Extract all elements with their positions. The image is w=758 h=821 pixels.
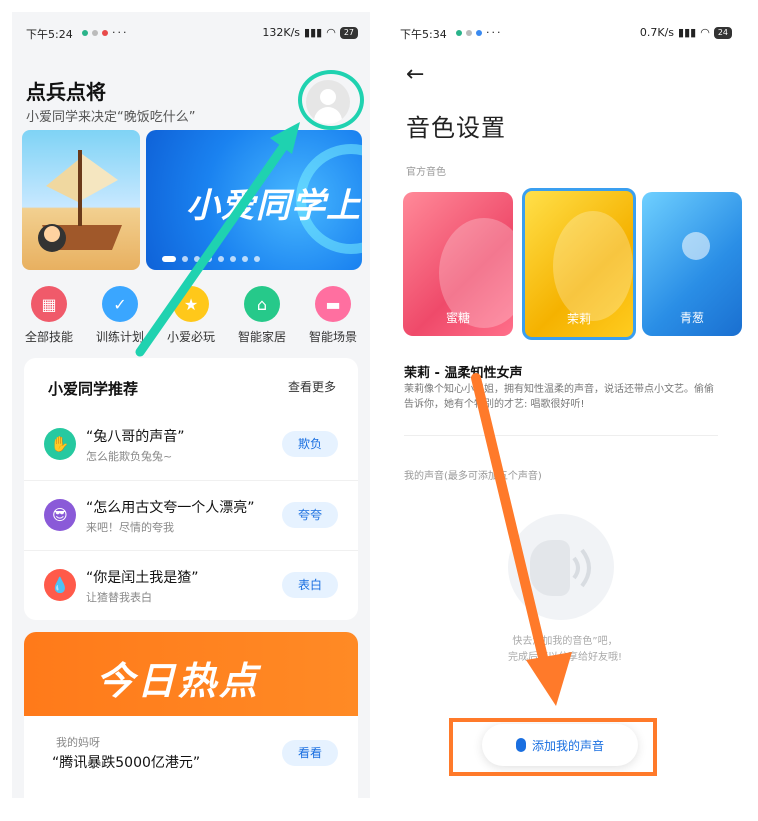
status-right: 132K/s ▮▮▮ ◠ 27: [262, 26, 358, 39]
recommend-card: 小爱同学推荐 查看更多 ✋ “兔八哥的声音” 怎么能欺负兔兔~ 欺负 😎 “怎么…: [24, 358, 358, 620]
empty-hint-line1: 快去添加我的音色”吧，: [512, 636, 618, 647]
banner-main[interactable]: 小爱同学上: [146, 130, 362, 270]
list-item[interactable]: 😎 “怎么用古文夸一个人漂亮” 来吧！尽情的夸我 夸夸: [24, 480, 358, 549]
voice-label: 蜜糖: [445, 311, 470, 325]
selected-voice-description: 茉莉像个知心小姐姐，拥有知性温柔的声音，说话还带点小文艺。偷偷告诉你，她有个特别…: [404, 384, 714, 410]
wifi-icon: ◠: [326, 26, 336, 39]
item-title: “怎么用古文夸一个人漂亮”: [86, 500, 255, 516]
page-title: 音色设置: [406, 114, 506, 142]
my-voices-label: 我的声音(最多可添加五个声音): [404, 471, 542, 482]
voice-card-mitang[interactable]: 蜜糖: [403, 192, 513, 336]
page-subtitle: 小爱同学来决定“晚饭吃什么”: [26, 110, 196, 125]
hot-topics-banner[interactable]: 今日热点: [24, 632, 358, 716]
star-icon: ★: [173, 286, 209, 322]
signal-icon: ▮▮▮: [304, 26, 323, 39]
left-screen: 下午5:24 ··· 132K/s ▮▮▮ ◠ 27 点兵点将 小爱同学来决定“…: [12, 12, 370, 798]
signal-icon: ▮▮▮: [678, 26, 697, 39]
back-arrow-icon[interactable]: ←: [406, 62, 424, 87]
character-face: [553, 211, 633, 321]
add-button-highlight-box: [449, 718, 657, 776]
battery-icon: 27: [339, 26, 358, 39]
hot-topics-title: 今日热点: [96, 659, 261, 703]
divider: [404, 435, 718, 436]
net-speed: 132K/s: [262, 26, 301, 39]
item-title: “你是闰土我是猹”: [86, 570, 199, 586]
avatar-highlight-circle: [298, 70, 364, 130]
status-right: 0.7K/s ▮▮▮ ◠ 24: [640, 26, 732, 39]
clipboard-icon: ✓: [102, 286, 138, 322]
pirate-ship-illustration: [38, 150, 122, 252]
home-icon: ⌂: [244, 286, 280, 322]
notification-icons: ···: [82, 26, 129, 39]
voice-empty-icon: [508, 514, 614, 620]
wifi-icon: ◠: [700, 26, 710, 39]
news-item[interactable]: 我的妈呀 “腾讯暴跌5000亿港元” 看看: [24, 716, 358, 798]
quick-smart-home[interactable]: ⌂ 智能家居: [229, 286, 295, 345]
quick-label: 小爱必玩: [166, 330, 215, 344]
news-kicker: 我的妈呀: [56, 736, 100, 749]
item-action-button[interactable]: 表白: [282, 572, 338, 598]
news-title: “腾讯暴跌5000亿港元”: [52, 755, 201, 771]
battery-icon: 24: [713, 26, 732, 39]
status-bar: 下午5:24 ··· 132K/s ▮▮▮ ◠ 27: [12, 26, 370, 44]
banner-title: 小爱同学上: [186, 186, 361, 226]
voice-label: 青葱: [679, 311, 704, 325]
voice-card-qingcong[interactable]: 青葱: [642, 192, 742, 336]
sofa-icon: ▬: [315, 286, 351, 322]
item-action-button[interactable]: 夸夸: [282, 502, 338, 528]
banner-indicator: [162, 256, 260, 262]
item-title: “兔八哥的声音”: [86, 429, 185, 445]
status-time: 下午5:34: [400, 28, 447, 41]
banner-prev[interactable]: [22, 130, 140, 270]
quick-label: 智能场景: [308, 330, 357, 344]
quick-label: 智能家居: [237, 330, 286, 344]
quick-label: 全部技能: [24, 330, 73, 344]
quick-label: 训练计划: [95, 330, 144, 344]
quick-training-plan[interactable]: ✓ 训练计划: [87, 286, 153, 345]
drop-icon: 💧: [44, 569, 76, 601]
character-eye: [682, 232, 710, 260]
quick-smart-scene[interactable]: ▬ 智能场景: [300, 286, 366, 345]
item-subtitle: 来吧！尽情的夸我: [86, 521, 174, 534]
grid-icon: ▦: [31, 286, 67, 322]
quick-all-skills[interactable]: ▦ 全部技能: [16, 286, 82, 345]
quick-actions: ▦ 全部技能 ✓ 训练计划 ★ 小爱必玩 ⌂ 智能家居 ▬ 智能场景: [16, 286, 366, 345]
right-screen: 下午5:34 ··· 0.7K/s ▮▮▮ ◠ 24 ← 音色设置 官方音色 蜜…: [386, 12, 744, 798]
cool-face-icon: 😎: [44, 499, 76, 531]
official-voices-label: 官方音色: [406, 167, 446, 178]
voice-label: 茉莉: [566, 312, 591, 326]
notification-icons: ···: [456, 26, 503, 39]
voice-card-moli-selected[interactable]: 茉莉: [522, 188, 636, 340]
news-view-button[interactable]: 看看: [282, 740, 338, 766]
list-item[interactable]: 💧 “你是闰土我是猹” 让猹替我表白 表白: [24, 550, 358, 619]
empty-hint-line2: 完成后可以分享给好友哦!: [507, 652, 622, 663]
net-speed: 0.7K/s: [639, 26, 675, 39]
recommend-title: 小爱同学推荐: [48, 380, 139, 398]
list-item[interactable]: ✋ “兔八哥的声音” 怎么能欺负兔兔~ 欺负: [24, 410, 358, 478]
status-bar: 下午5:34 ··· 0.7K/s ▮▮▮ ◠ 24: [386, 26, 744, 44]
status-time: 下午5:24: [26, 28, 73, 41]
page-title: 点兵点将: [26, 80, 106, 104]
see-more-link[interactable]: 查看更多: [288, 378, 336, 395]
item-subtitle: 怎么能欺负兔兔~: [86, 450, 173, 463]
hand-icon: ✋: [44, 428, 76, 460]
item-action-button[interactable]: 欺负: [282, 431, 338, 457]
quick-must-play[interactable]: ★ 小爱必玩: [158, 286, 224, 345]
item-subtitle: 让猹替我表白: [86, 591, 152, 604]
selected-voice-name: 茉莉 - 温柔知性女声: [404, 366, 523, 381]
